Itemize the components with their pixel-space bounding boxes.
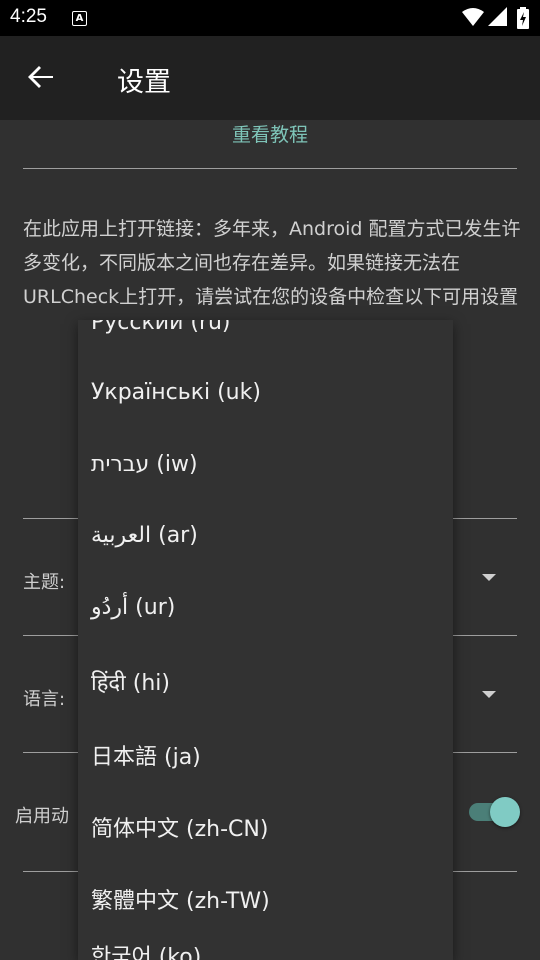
language-option-ur[interactable]: أردُو (ur) [91, 595, 175, 620]
language-dropdown-menu: Русский (ru) Українські (uk) עברית (iw) … [78, 320, 453, 960]
language-field-bottom-line [23, 752, 78, 753]
status-bar: 4:25 A [0, 0, 540, 36]
accessibility-notification-icon: A [72, 11, 87, 26]
language-option-uk[interactable]: Українські (uk) [91, 380, 261, 405]
startup-label: 启用动 [15, 806, 69, 827]
theme-label: 主题: [23, 572, 66, 593]
theme-field-bottom-line-right [453, 635, 517, 636]
language-option-zh-cn[interactable]: 简体中文 (zh-CN) [91, 811, 268, 843]
review-tutorial-button[interactable]: 重看教程 [0, 120, 540, 147]
theme-field-top-line [23, 518, 78, 519]
theme-field-top-line-right [453, 518, 517, 519]
language-dropdown-caret-icon[interactable] [482, 691, 496, 698]
language-option-ko[interactable]: 한국어 (ko) [91, 939, 201, 960]
cell-signal-icon [488, 7, 507, 26]
status-time: 4:25 [10, 6, 47, 27]
language-option-hi[interactable]: हिंदी (hi) [91, 667, 170, 697]
wifi-icon [462, 8, 484, 26]
theme-dropdown-caret-icon[interactable] [482, 574, 496, 581]
startup-toggle-thumb[interactable] [490, 797, 520, 827]
language-option-zh-tw[interactable]: 繁體中文 (zh-TW) [91, 883, 270, 915]
page-title: 设置 [117, 67, 171, 98]
open-links-description: 在此应用上打开链接：多年来，Android 配置方式已发生许多变化，不同版本之间… [23, 218, 521, 308]
startup-field-bottom-line-right [453, 871, 517, 872]
language-option-ru[interactable]: Русский (ru) [91, 320, 231, 335]
battery-icon [517, 7, 529, 29]
language-option-iw[interactable]: עברית (iw) [91, 452, 198, 477]
language-option-ar[interactable]: العربية (ar) [91, 523, 198, 548]
startup-field-bottom-line [23, 871, 78, 872]
back-arrow-icon[interactable] [27, 63, 55, 91]
divider [23, 168, 517, 169]
language-field-bottom-line-right [453, 752, 517, 753]
language-option-ja[interactable]: 日本語 (ja) [91, 739, 201, 771]
language-label: 语言: [23, 689, 66, 710]
theme-field-bottom-line [23, 635, 78, 636]
app-bar: 设置 [0, 36, 540, 120]
